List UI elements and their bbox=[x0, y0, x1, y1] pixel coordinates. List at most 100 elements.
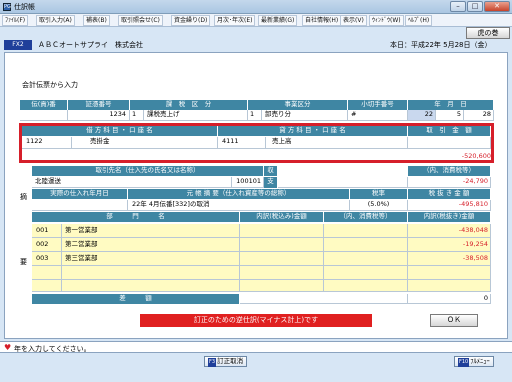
dept-net bbox=[408, 266, 491, 280]
close-button[interactable]: ✕ bbox=[484, 1, 510, 12]
sagaku-value: 0 bbox=[408, 294, 491, 304]
dept-tax bbox=[324, 266, 408, 280]
col-rate: 税率 bbox=[350, 189, 408, 199]
dept-code[interactable] bbox=[32, 280, 62, 292]
menu-help[interactable]: ﾍﾙﾌﾟ(H) bbox=[405, 15, 433, 26]
col-dept-tax: （内、消費税等） bbox=[324, 212, 408, 222]
tax-rate: (5.0%) bbox=[350, 200, 408, 211]
menu-saishin-gyoseki[interactable]: 最新業績(G) bbox=[258, 15, 298, 26]
dept-tax bbox=[324, 280, 408, 292]
col-actual-date: 実際の仕入れ年月日 bbox=[32, 189, 128, 199]
col-partner-tax: （内、消費税等） bbox=[408, 166, 491, 176]
f3-label: 訂正取消 bbox=[217, 357, 244, 365]
dept-code[interactable]: 001 bbox=[32, 224, 62, 238]
col-shohyo: 証憑番号 bbox=[68, 100, 130, 110]
actual-date-field[interactable] bbox=[32, 200, 128, 211]
jigyo-code-field[interactable]: 1 bbox=[248, 110, 262, 121]
col-tekiyo: 元 帳 摘 要（仕入れ資産等の総称） bbox=[128, 189, 350, 199]
f10-full-menu-button[interactable]: F10 ﾌﾙﾒﾆｭｰ bbox=[454, 356, 494, 367]
day-field[interactable]: 28 bbox=[464, 110, 494, 121]
company-name: ＡＢＣオートサプライ 株式会社 bbox=[38, 41, 143, 49]
status-bar: ♥ 年を入力してください。 bbox=[0, 341, 512, 353]
jigyo-name: 卸売り分 bbox=[262, 110, 348, 121]
side-label-teki: 摘 bbox=[20, 193, 27, 201]
dept-code[interactable] bbox=[32, 266, 62, 280]
sagaku-blank bbox=[240, 294, 408, 304]
partner-name-field[interactable]: 北陸運送 bbox=[32, 177, 232, 188]
dept-name bbox=[62, 266, 240, 280]
heart-icon: ♥ bbox=[4, 343, 12, 352]
col-jigyo: 事業区分 bbox=[248, 100, 348, 110]
dept-amount[interactable] bbox=[240, 252, 324, 266]
f3-cancel-correction-button[interactable]: F3 訂正取消 bbox=[204, 356, 248, 367]
tekiyo-field[interactable]: 22年 4月伝番[332]の取消 bbox=[128, 200, 350, 211]
ok-button[interactable]: ＯＫ bbox=[430, 314, 478, 327]
title-bar: PG 仕訳帳 – □ ✕ bbox=[0, 0, 512, 14]
col-kogitte: 小切手番号 bbox=[348, 100, 408, 110]
dept-net: -438,048 bbox=[408, 224, 491, 238]
menu-jisha-joho[interactable]: 自社情報(H) bbox=[302, 15, 342, 26]
dept-name: 第一営業部 bbox=[62, 224, 240, 238]
dept-code[interactable]: 002 bbox=[32, 238, 62, 252]
partner-code-field[interactable]: 100101 bbox=[232, 177, 264, 188]
f10-key-icon: F10 bbox=[458, 358, 470, 367]
col-dept-amount: 内訳(税込み)金額 bbox=[240, 212, 324, 222]
dept-net bbox=[408, 280, 491, 292]
fx-badge: FX2 bbox=[4, 40, 32, 50]
f3-key-icon: F3 bbox=[208, 358, 217, 367]
menu-hyoji[interactable]: 表示(V) bbox=[340, 15, 367, 26]
dept-amount[interactable] bbox=[240, 224, 324, 238]
menu-hohyo[interactable]: 補表(B) bbox=[83, 15, 110, 26]
col-date: 年 月 日 bbox=[408, 100, 494, 110]
sagaku-label: 差 額 bbox=[32, 294, 240, 304]
dept-tax bbox=[324, 252, 408, 266]
col-dept: 部 門 名 bbox=[32, 212, 240, 222]
dept-name: 第三営業部 bbox=[62, 252, 240, 266]
col-net: 税 抜 き 金 額 bbox=[408, 189, 491, 199]
partner-tax: -24,790 bbox=[408, 177, 491, 188]
menu-file[interactable]: ﾌｧｲﾙ(F) bbox=[2, 15, 29, 26]
toolbar-row bbox=[0, 27, 512, 40]
menu-torihiki-shokai[interactable]: 取引照会せ(C) bbox=[118, 15, 163, 26]
partner-blank bbox=[278, 177, 408, 188]
year-field[interactable]: 22 bbox=[408, 110, 436, 121]
f10-label: ﾌﾙﾒﾆｭｰ bbox=[470, 357, 490, 365]
dept-name: 第二営業部 bbox=[62, 238, 240, 252]
maximize-button[interactable]: □ bbox=[467, 1, 483, 12]
net-amount: -495,810 bbox=[408, 200, 491, 211]
menu-torihiki-input[interactable]: 取引入力(A) bbox=[36, 15, 75, 26]
dept-net: -19,254 bbox=[408, 238, 491, 252]
app-icon: PG bbox=[3, 3, 11, 11]
kogitte-field[interactable]: # bbox=[348, 110, 408, 121]
window-title: 仕訳帳 bbox=[14, 3, 35, 11]
minimize-button[interactable]: – bbox=[450, 1, 466, 12]
dept-name bbox=[62, 280, 240, 292]
menu-window[interactable]: ｳｨﾝﾄﾞｳ(W) bbox=[369, 15, 404, 26]
menu-shikinguri[interactable]: 資金繰り(D) bbox=[171, 15, 211, 26]
col-den: 伝(貢)番 bbox=[20, 100, 68, 110]
dept-amount[interactable] bbox=[240, 280, 324, 292]
shushi-kind: 支 bbox=[264, 177, 278, 188]
function-key-bar: F3 訂正取消 F10 ﾌﾙﾒﾆｭｰ bbox=[0, 353, 512, 382]
dept-tax bbox=[324, 224, 408, 238]
dept-code[interactable]: 003 bbox=[32, 252, 62, 266]
col-shu: 収 bbox=[264, 166, 278, 176]
month-field[interactable]: 5 bbox=[436, 110, 464, 121]
kazei-name: 課税売上げ bbox=[144, 110, 248, 121]
dept-tax bbox=[324, 238, 408, 252]
shohyo-field[interactable]: 1234 bbox=[68, 110, 130, 121]
dept-amount[interactable] bbox=[240, 266, 324, 280]
dept-net: -38,508 bbox=[408, 252, 491, 266]
col-kazei: 課 税 区 分 bbox=[130, 100, 248, 110]
menu-bar: ﾌｧｲﾙ(F) 取引入力(A) 補表(B) 取引照会せ(C) 資金繰り(D) 月… bbox=[0, 14, 512, 27]
menu-getsuji-nenji[interactable]: 月次･年次(E) bbox=[214, 15, 256, 26]
dept-amount[interactable] bbox=[240, 238, 324, 252]
col-partner: 取引先名（仕入先の氏名又は名称） bbox=[32, 166, 264, 176]
side-label-yo: 要 bbox=[20, 258, 27, 266]
tora-no-maki-button[interactable]: 虎の巻 bbox=[466, 27, 510, 39]
page-title: 会計伝票から入力 bbox=[22, 81, 78, 89]
col-dept-net: 内訳(税抜き)金額 bbox=[408, 212, 491, 222]
kazei-code-field[interactable]: 1 bbox=[130, 110, 144, 121]
today-date: 本日：平成22年 5月28日（金） bbox=[390, 41, 492, 49]
den-field[interactable] bbox=[20, 110, 68, 121]
